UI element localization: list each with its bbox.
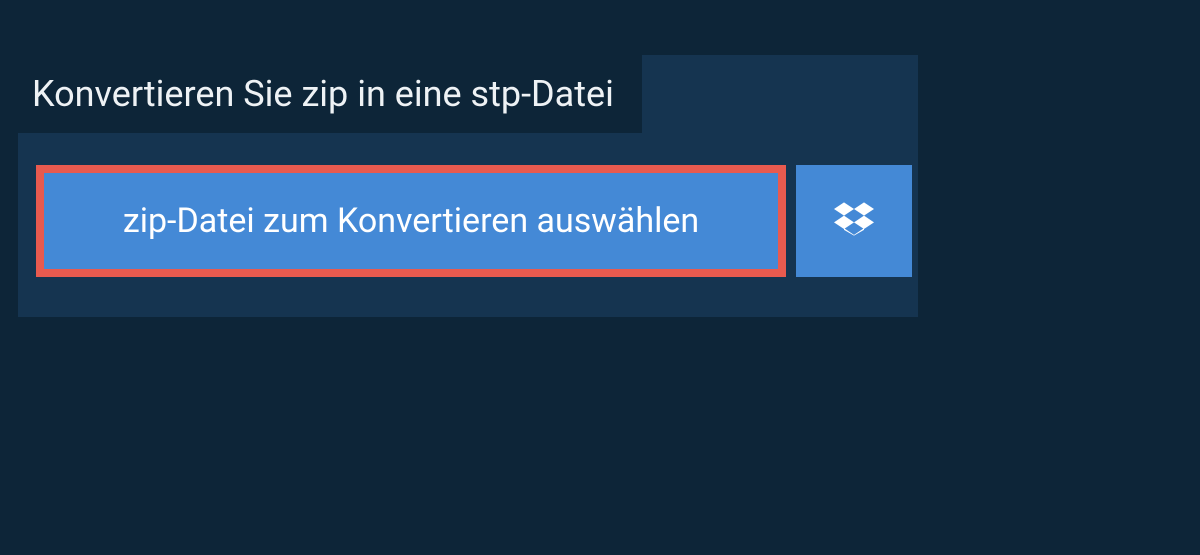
page-title: Konvertieren Sie zip in eine stp-Datei xyxy=(32,73,614,115)
button-row: zip-Datei zum Konvertieren auswählen xyxy=(36,165,918,277)
select-file-label: zip-Datei zum Konvertieren auswählen xyxy=(123,201,699,241)
select-file-button[interactable]: zip-Datei zum Konvertieren auswählen xyxy=(36,165,786,277)
dropbox-button[interactable] xyxy=(796,165,912,277)
dropbox-icon xyxy=(834,199,874,243)
title-bar: Konvertieren Sie zip in eine stp-Datei xyxy=(18,55,642,133)
converter-panel: Konvertieren Sie zip in eine stp-Datei z… xyxy=(18,55,918,317)
